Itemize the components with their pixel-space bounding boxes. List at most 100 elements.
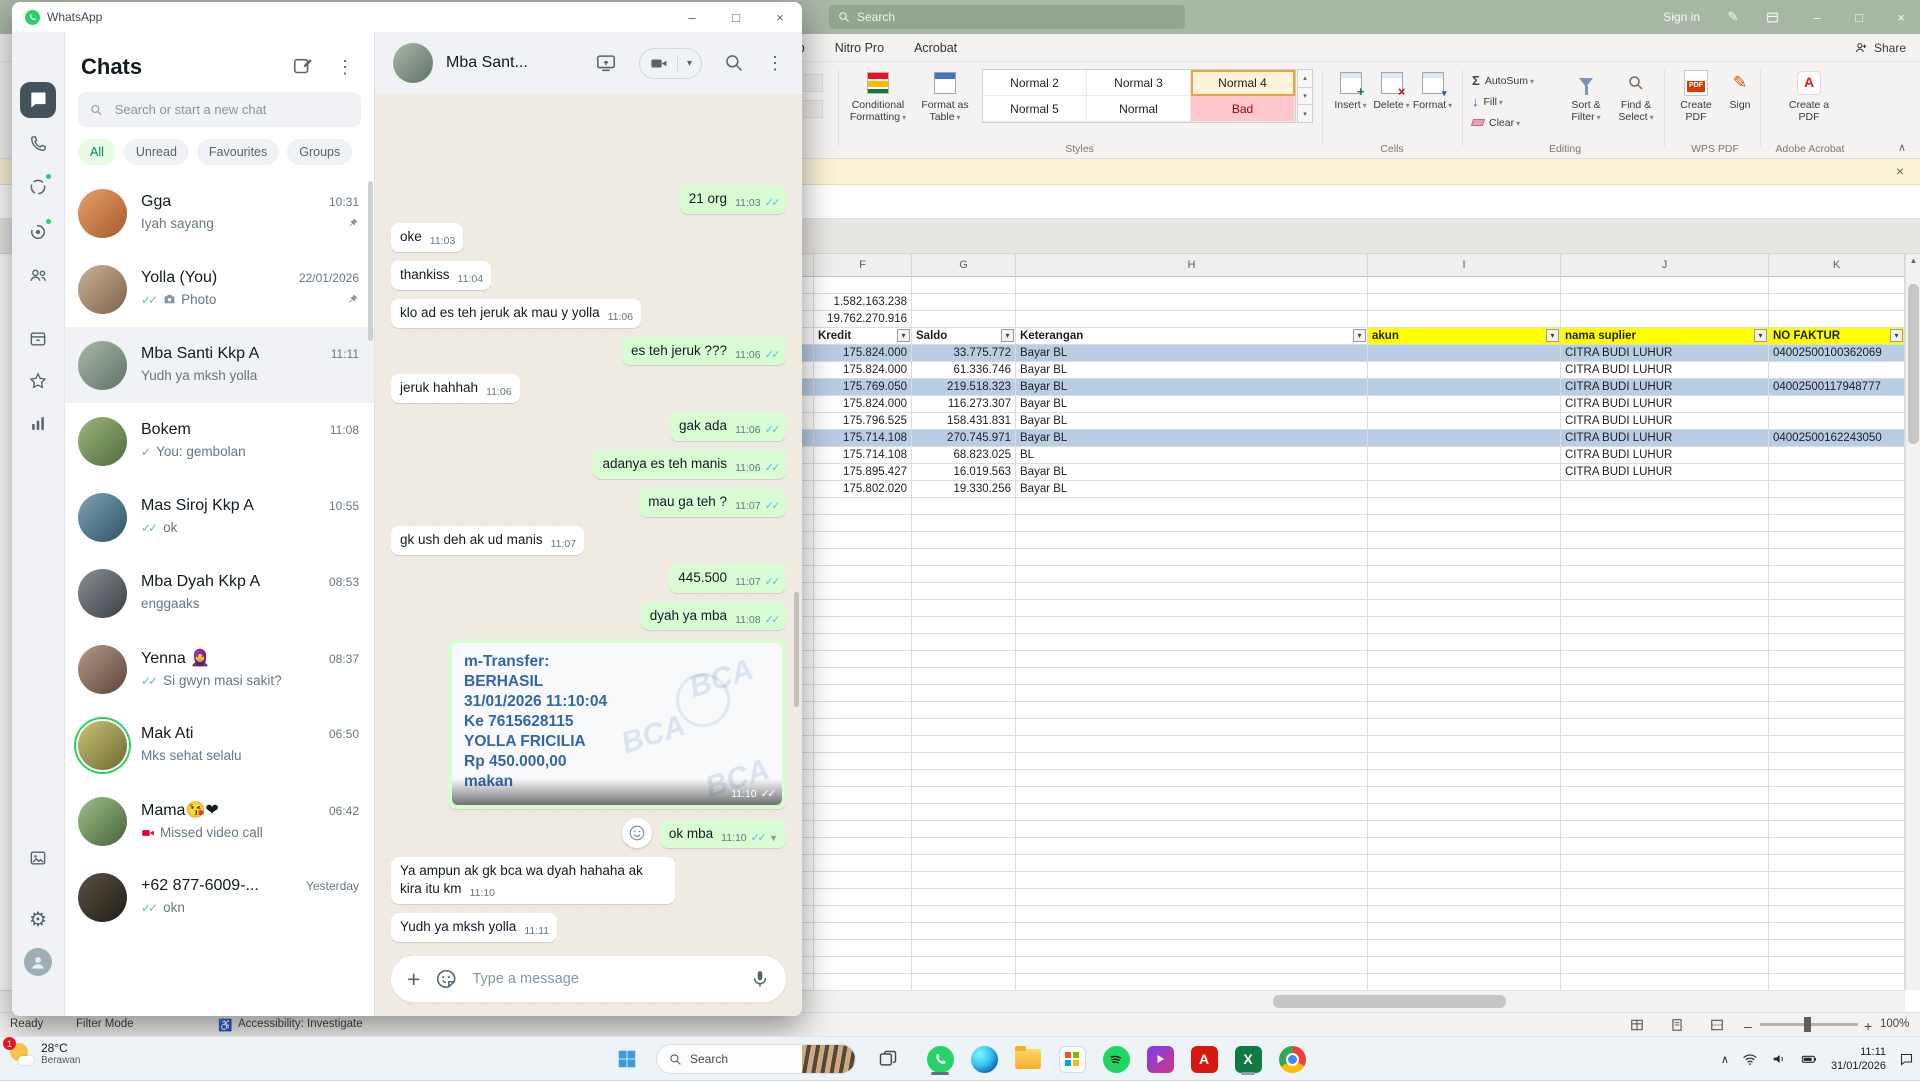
task-view-button[interactable] bbox=[871, 1042, 905, 1076]
message-bubble[interactable]: 445.50011:07✓✓ bbox=[669, 564, 786, 593]
cell-faktur[interactable]: 04002500162243050 bbox=[1769, 430, 1905, 447]
cell-faktur[interactable] bbox=[1769, 362, 1905, 379]
table-header-cell[interactable]: Saldo▾ bbox=[912, 328, 1016, 345]
cell-suplier[interactable]: CITRA BUDI LUHUR bbox=[1561, 379, 1769, 396]
taskbar-store-icon[interactable] bbox=[1055, 1042, 1089, 1076]
gallery-icon[interactable] bbox=[20, 840, 56, 876]
cell-style-option[interactable]: Normal bbox=[1087, 96, 1191, 122]
sheet-row[interactable]: 1.582.163.238 bbox=[780, 294, 1905, 311]
zoom-level[interactable]: 100% bbox=[1880, 1018, 1909, 1030]
ribbon-tab[interactable]: Nitro Pro bbox=[835, 41, 884, 55]
cell-saldo[interactable]: 33.775.772 bbox=[912, 345, 1016, 362]
chats-menu-icon[interactable]: ⋮ bbox=[336, 57, 354, 78]
cells-button[interactable]: × Delete bbox=[1371, 68, 1412, 111]
chat-search-bar[interactable] bbox=[78, 92, 361, 127]
table-row[interactable]: 175.824.000 61.336.746 Bayar BL CITRA BU… bbox=[780, 362, 1905, 379]
message-menu-chevron-icon[interactable]: ▼ bbox=[769, 833, 778, 843]
format-as-table-button[interactable]: Format as Table bbox=[914, 68, 976, 123]
taskbar-excel-icon[interactable]: X bbox=[1231, 1042, 1265, 1076]
chat-list-item[interactable]: Mama😘❤ 06:42 Missed video call bbox=[65, 783, 374, 859]
cell-akun[interactable] bbox=[1368, 345, 1561, 362]
zoom-out-icon[interactable]: – bbox=[1744, 1018, 1752, 1034]
table-header-cell[interactable]: Kredit▾ bbox=[814, 328, 912, 345]
cell-akun[interactable] bbox=[1368, 396, 1561, 413]
sheet-empty-rows[interactable] bbox=[780, 498, 1905, 991]
cell-kredit[interactable]: 175.714.108 bbox=[814, 430, 912, 447]
archived-icon[interactable] bbox=[20, 321, 56, 357]
column-header[interactable]: F bbox=[814, 254, 912, 277]
attach-plus-icon[interactable]: + bbox=[407, 968, 420, 991]
cell-style-option[interactable]: Normal 5 bbox=[983, 96, 1087, 122]
emoji-react-button[interactable] bbox=[622, 818, 652, 848]
table-row[interactable]: 175.714.108 68.823.025 BL CITRA BUDI LUH… bbox=[780, 447, 1905, 464]
table-row[interactable]: 175.769.050 219.518.323 Bayar BL CITRA B… bbox=[780, 379, 1905, 396]
filter-pill[interactable]: Groups bbox=[287, 139, 352, 165]
cell-akun[interactable] bbox=[1368, 430, 1561, 447]
taskbar-whatsapp-icon[interactable] bbox=[923, 1042, 957, 1076]
vertical-scrollbar[interactable]: ▲ bbox=[1905, 254, 1920, 990]
chat-list-item[interactable]: Mas Siroj Kkp A 10:55 ok bbox=[65, 479, 374, 555]
message-bubble[interactable]: gk ush deh ak ud manis11:07 bbox=[391, 526, 584, 555]
table-header-cell[interactable]: NO FAKTUR▾ bbox=[1769, 328, 1905, 345]
conditional-formatting-button[interactable]: Conditional Formatting bbox=[845, 68, 911, 123]
message-bubble[interactable]: ok mba11:10✓✓▼ bbox=[660, 820, 786, 849]
cell-suplier[interactable]: CITRA BUDI LUHUR bbox=[1561, 430, 1769, 447]
wps-sign-button[interactable]: ✎ Sign bbox=[1722, 68, 1758, 111]
share-button[interactable]: Share bbox=[1854, 38, 1906, 58]
message-bubble[interactable]: oke11:03 bbox=[391, 223, 463, 252]
cell-akun[interactable] bbox=[1368, 481, 1561, 498]
close-button[interactable]: × bbox=[1892, 10, 1910, 25]
cell-keterangan[interactable]: Bayar BL bbox=[1016, 345, 1368, 362]
settings-gear-icon[interactable]: ⚙ bbox=[20, 901, 56, 937]
conversation-menu-icon[interactable]: ⋮ bbox=[766, 53, 784, 74]
filter-pill[interactable]: Unread bbox=[124, 139, 189, 165]
filter-dropdown-icon[interactable]: ▾ bbox=[1754, 329, 1767, 342]
cell-kredit[interactable]: 175.796.525 bbox=[814, 413, 912, 430]
notification-bar-close-icon[interactable]: × bbox=[1896, 163, 1904, 179]
cell-faktur[interactable]: 04002500117948777 bbox=[1769, 379, 1905, 396]
message-bubble[interactable]: 21 org11:03✓✓ bbox=[680, 185, 786, 214]
cell-faktur[interactable] bbox=[1769, 413, 1905, 430]
cell-suplier[interactable]: CITRA BUDI LUHUR bbox=[1561, 447, 1769, 464]
message-bubble[interactable]: Yudh ya mksh yolla11:11 bbox=[391, 913, 557, 942]
cell-keterangan[interactable]: Bayar BL bbox=[1016, 430, 1368, 447]
cell-faktur[interactable] bbox=[1769, 481, 1905, 498]
cell-akun[interactable] bbox=[1368, 447, 1561, 464]
restore-button[interactable]: □ bbox=[1850, 10, 1868, 25]
conversation-header[interactable]: Mba Sant... ▾ ⋮ bbox=[375, 32, 802, 94]
cell-style-option[interactable]: Normal 2 bbox=[983, 70, 1087, 96]
cell-saldo[interactable]: 16.019.563 bbox=[912, 464, 1016, 481]
filter-dropdown-icon[interactable]: ▾ bbox=[1890, 329, 1903, 342]
zoom-in-icon[interactable]: + bbox=[1864, 1018, 1872, 1034]
cell-style-option[interactable]: Normal 4 bbox=[1191, 70, 1295, 96]
cell-keterangan[interactable]: BL bbox=[1016, 447, 1368, 464]
chat-search-input[interactable] bbox=[115, 102, 349, 117]
notification-center-icon[interactable] bbox=[1899, 1052, 1914, 1067]
chats-tab-icon[interactable] bbox=[20, 82, 56, 118]
message-bubble[interactable]: mau ga teh ?11:07✓✓ bbox=[639, 488, 786, 517]
wps-create-pdf-button[interactable]: PDF Create PDF bbox=[1672, 68, 1720, 123]
cell-keterangan[interactable]: Bayar BL bbox=[1016, 379, 1368, 396]
table-header-cell[interactable]: Keterangan▾ bbox=[1016, 328, 1368, 345]
column-header[interactable]: I bbox=[1368, 254, 1561, 277]
taskbar-search[interactable]: Search bbox=[656, 1044, 802, 1074]
cell-saldo[interactable]: 19.330.256 bbox=[912, 481, 1016, 498]
cell-faktur[interactable] bbox=[1769, 464, 1905, 481]
wifi-icon[interactable] bbox=[1742, 1051, 1758, 1067]
table-row[interactable]: 175.714.108 270.745.971 Bayar BL CITRA B… bbox=[780, 430, 1905, 447]
message-bubble[interactable]: es teh jeruk ???11:06✓✓ bbox=[622, 337, 786, 366]
search-highlight-image[interactable] bbox=[802, 1044, 856, 1074]
cell-faktur[interactable] bbox=[1769, 447, 1905, 464]
cell-saldo[interactable]: 68.823.025 bbox=[912, 447, 1016, 464]
communities-tab-icon[interactable] bbox=[20, 257, 56, 293]
filter-dropdown-icon[interactable]: ▾ bbox=[897, 329, 910, 342]
cell-kredit[interactable]: 175.824.000 bbox=[814, 345, 912, 362]
zoom-slider-thumb[interactable] bbox=[1804, 1017, 1811, 1032]
volume-icon[interactable] bbox=[1771, 1051, 1787, 1067]
editing-button[interactable]: Clear bbox=[1472, 113, 1534, 132]
status-accessibility[interactable]: Accessibility: Investigate bbox=[238, 1018, 363, 1030]
message-bubble[interactable]: klo ad es teh jeruk ak mau y yolla11:06 bbox=[391, 299, 641, 328]
table-header-cell[interactable]: nama suplier▾ bbox=[1561, 328, 1769, 345]
cell-keterangan[interactable]: Bayar BL bbox=[1016, 464, 1368, 481]
chat-list-item[interactable]: Mba Dyah Kkp A 08:53 enggaaks bbox=[65, 555, 374, 631]
